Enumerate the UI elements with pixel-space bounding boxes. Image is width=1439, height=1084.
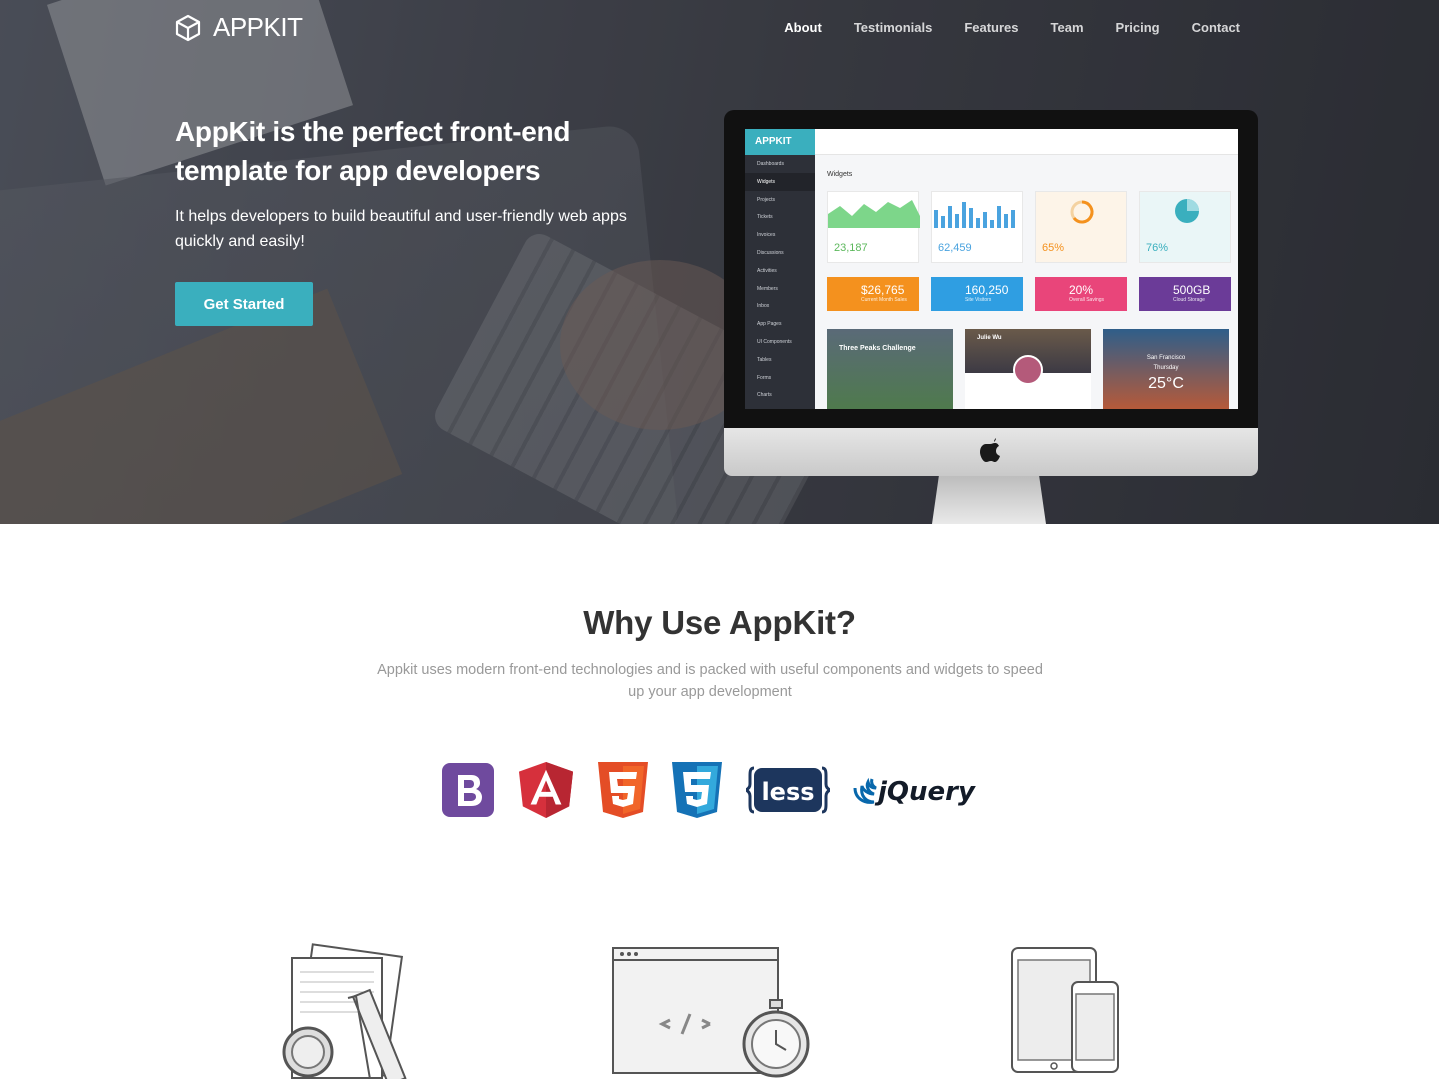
summary-card: 20% Overall Savings <box>1035 277 1127 311</box>
hero-copy: AppKit is the perfect front-end template… <box>175 112 655 254</box>
dashboard-section-title: Widgets <box>827 171 853 178</box>
jquery-logo: jQuery <box>852 762 978 818</box>
dashboard-topbar <box>815 129 1238 155</box>
stat-widget: 65% <box>1035 191 1127 263</box>
stat-value: 23,187 <box>834 242 868 254</box>
dashboard-menu-item: Members <box>757 285 778 292</box>
dashboard-menu-item: Inbox <box>757 303 770 310</box>
nav-menu: About Testimonials Features Team Pricing… <box>784 20 1240 35</box>
dashboard-brand: APPKIT <box>745 129 815 155</box>
weather-day: Thursday <box>1153 365 1179 371</box>
html5-logo <box>598 762 648 818</box>
top-nav: APPKIT About Testimonials Features Team … <box>0 0 1439 56</box>
summary-label: Overall Savings <box>1069 297 1105 303</box>
dashboard-menu-item: Widgets <box>745 172 815 191</box>
nav-link-team[interactable]: Team <box>1051 20 1084 35</box>
dashboard-menu-item: Forms <box>757 374 772 381</box>
weather-temp: 25°C <box>1148 375 1184 392</box>
summary-value: 160,250 <box>965 283 1009 297</box>
donut-chart-icon <box>1070 200 1094 224</box>
svg-text:jQuery: jQuery <box>874 777 976 807</box>
weather-panel: San Francisco Thursday 25°C <box>1103 329 1229 409</box>
nav-link-pricing[interactable]: Pricing <box>1116 20 1160 35</box>
brand-logo[interactable]: APPKIT <box>175 12 303 43</box>
dashboard-menu-item: Discussions <box>757 249 784 256</box>
brand-name: APPKIT <box>213 12 303 42</box>
summary-value: 20% <box>1069 283 1094 297</box>
stat-widget: 76% <box>1139 191 1231 263</box>
photo-panel: Three Peaks Challenge <box>827 329 953 409</box>
imac-mockup: APPKIT Dashboards Widgets Projects Ticke… <box>724 110 1258 524</box>
why-title: Why Use AppKit? <box>583 604 856 641</box>
bootstrap-logo <box>442 762 494 818</box>
angular-logo <box>518 762 574 818</box>
summary-value: 500GB <box>1173 283 1211 297</box>
pie-chart-icon <box>1175 199 1199 223</box>
dashboard-menu-item: Tickets <box>757 214 773 221</box>
stat-widget: 23,187 <box>827 191 920 263</box>
stat-widget: 62,459 <box>931 191 1023 263</box>
dashboard-menu-item: Projects <box>757 196 776 203</box>
summary-label: Site Visitors <box>965 297 992 303</box>
hero-section: APPKIT About Testimonials Features Team … <box>0 0 1439 524</box>
nav-link-testimonials[interactable]: Testimonials <box>854 20 933 35</box>
summary-label: Cloud Storage <box>1173 297 1205 303</box>
profile-panel: Julie Wu <box>965 329 1091 409</box>
apple-icon <box>980 438 1000 468</box>
dashboard-menu-item: Activities <box>757 267 777 274</box>
stat-value: 65% <box>1042 242 1065 254</box>
panel-title: Three Peaks Challenge <box>839 345 916 352</box>
stat-value: 76% <box>1146 242 1169 254</box>
less-logo: less <box>742 762 834 818</box>
dashboard-menu-item: Tables <box>757 356 772 363</box>
cube-icon <box>175 14 201 41</box>
design-tools-illustration <box>270 940 440 1084</box>
summary-card: $26,765 Current Month Sales <box>827 277 919 311</box>
nav-link-features[interactable]: Features <box>964 20 1018 35</box>
dashboard-menu-item: Invoices <box>757 232 776 239</box>
svg-text:less: less <box>761 778 814 806</box>
bar-chart-icon <box>934 202 1015 228</box>
why-subtitle: Appkit uses modern front-end technologie… <box>377 662 1043 700</box>
dashboard-screenshot: APPKIT Dashboards Widgets Projects Ticke… <box>745 129 1238 409</box>
code-browser-illustration <box>610 940 810 1079</box>
nav-link-contact[interactable]: Contact <box>1192 20 1240 35</box>
dashboard-sidebar: APPKIT Dashboards Widgets Projects Ticke… <box>745 129 815 409</box>
dashboard-menu-item: Dashboards <box>757 161 784 167</box>
dashboard-menu-item: UI Components <box>757 338 792 345</box>
devices-illustration <box>1010 940 1125 1079</box>
summary-card: 160,250 Site Visitors <box>931 277 1023 311</box>
area-chart-icon <box>828 200 920 228</box>
weather-city: San Francisco <box>1146 355 1186 361</box>
stat-value: 62,459 <box>938 242 972 254</box>
dashboard-menu-item: Charts <box>757 392 772 399</box>
css3-logo <box>672 762 722 818</box>
summary-value: $26,765 <box>861 283 905 297</box>
summary-card: 500GB Cloud Storage <box>1139 277 1231 311</box>
nav-link-about[interactable]: About <box>784 20 822 35</box>
profile-name: Julie Wu <box>977 335 1002 341</box>
get-started-button[interactable]: Get Started <box>175 282 313 326</box>
hero-subtext: It helps developers to build beautiful a… <box>175 208 627 250</box>
dashboard-menu-item: App Pages <box>757 321 782 328</box>
avatar <box>1013 355 1043 385</box>
hero-headline: AppKit is the perfect front-end template… <box>175 116 571 186</box>
imac-stand <box>932 476 1046 524</box>
summary-label: Current Month Sales <box>861 297 907 303</box>
